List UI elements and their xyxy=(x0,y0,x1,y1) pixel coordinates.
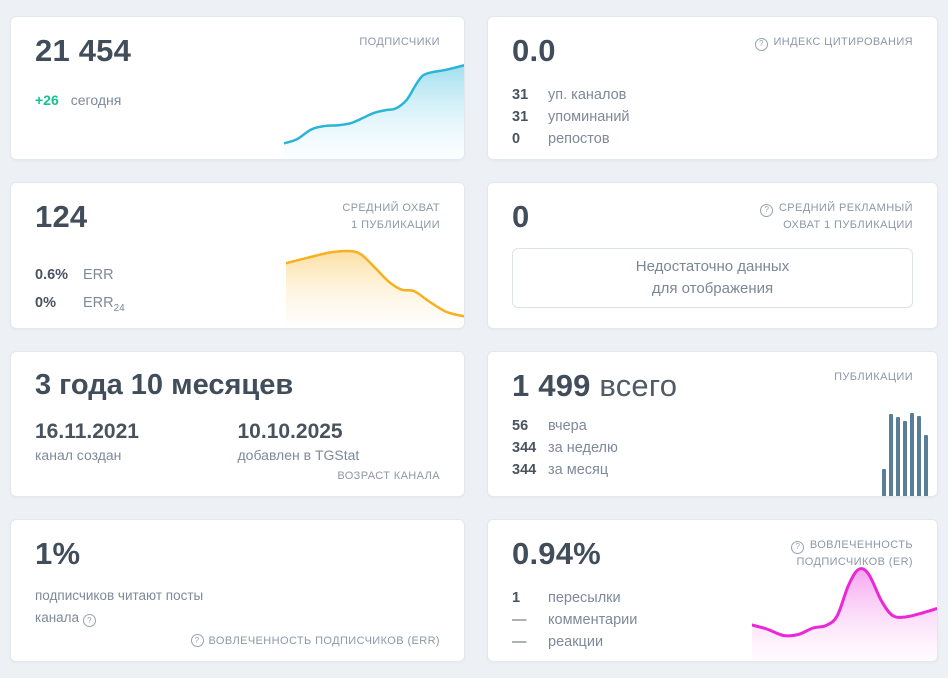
channel-added-label: добавлен в TGStat xyxy=(237,447,360,463)
channel-created-block: 16.11.2021 канал создан xyxy=(35,420,238,463)
publications-total-suffix: всего xyxy=(599,368,678,403)
err-value: 1% xyxy=(35,536,81,571)
no-data-placeholder: Недостаточно данных для отображения xyxy=(512,248,913,309)
card-publications: ПУБЛИКАЦИИ 1 499 всего 56 вчера 344 за н… xyxy=(487,351,938,497)
ad-reach-value: 0 xyxy=(512,199,530,234)
stats-grid: ПОДПИСЧИКИ 21 454 +26 сегодня ? ИНДЕКС Ц… xyxy=(0,0,948,678)
channel-added-block: 10.10.2025 добавлен в TGStat xyxy=(238,420,441,463)
channel-created-label: канал создан xyxy=(35,447,122,463)
help-icon[interactable]: ? xyxy=(190,634,204,647)
publications-total: 1 499 всего xyxy=(512,368,678,403)
stat-row-yesterday: 56 вчера xyxy=(512,418,587,435)
subscribers-delta-label: сегодня xyxy=(70,92,122,109)
card-average-reach: СРЕДНИЙ ОХВАТ 1 ПУБЛИКАЦИИ 124 0.6% ERR … xyxy=(10,182,465,329)
er-stats: 1 пересылки — комментарии — реакции xyxy=(512,587,913,653)
help-icon[interactable]: ? xyxy=(82,614,96,628)
stat-row-week: 344 за неделю xyxy=(512,440,618,457)
channel-added-date: 10.10.2025 xyxy=(237,420,343,443)
stat-row-mention-channels: 31 уп. каналов xyxy=(512,87,627,104)
channel-age-value: 3 года 10 месяцев xyxy=(35,369,294,401)
stat-row-forwards: 1 пересылки xyxy=(512,590,621,607)
card-err: 1% подписчиков читают посты канала ? ? В… xyxy=(10,519,465,662)
stat-row-reactions: — реакции xyxy=(512,634,604,651)
er-value: 0.94% xyxy=(512,536,601,571)
err-stats: 0.6% ERR 0% ERR24 xyxy=(35,264,440,320)
card-citation-index: ? ИНДЕКС ЦИТИРОВАНИЯ 0.0 31 уп. каналов … xyxy=(487,16,938,160)
subscribers-delta: +26 xyxy=(35,92,59,109)
subscribers-count: 21 454 xyxy=(35,33,132,68)
stat-row-mentions: 31 упоминаний xyxy=(512,109,630,126)
card-channel-age: 3 года 10 месяцев 16.11.2021 канал созда… xyxy=(10,351,465,497)
channel-created-date: 16.11.2021 xyxy=(35,420,139,443)
stat-row-err24: 0% ERR24 xyxy=(35,294,125,314)
card-er: ? ВОВЛЕЧЕННОСТЬ ПОДПИСЧИКОВ (ER) 0.94% 1… xyxy=(487,519,938,662)
err-card-label: ? ВОВЛЕЧЕННОСТЬ ПОДПИСЧИКОВ (ERR) xyxy=(190,634,440,647)
avg-reach-value: 124 xyxy=(35,199,88,234)
card-subscribers: ПОДПИСЧИКИ 21 454 +26 сегодня xyxy=(10,16,465,160)
publications-stats: 56 вчера 344 за неделю 344 за месяц xyxy=(512,415,913,481)
citation-index-value: 0.0 xyxy=(512,33,556,68)
stat-row-reposts: 0 репостов xyxy=(512,131,610,148)
stat-row-err: 0.6% ERR xyxy=(35,267,114,284)
citation-stats: 31 уп. каналов 31 упоминаний 0 репостов xyxy=(512,84,913,150)
err-description: подписчиков читают посты канала ? xyxy=(35,585,295,628)
stat-row-month: 344 за месяц xyxy=(512,462,609,479)
stat-row-comments: — комментарии xyxy=(512,612,638,629)
channel-age-card-label: ВОЗРАСТ КАНАЛА xyxy=(337,470,440,482)
card-ad-reach: ? СРЕДНИЙ РЕКЛАМНЫЙ ОХВАТ 1 ПУБЛИКАЦИИ 0… xyxy=(487,182,938,329)
